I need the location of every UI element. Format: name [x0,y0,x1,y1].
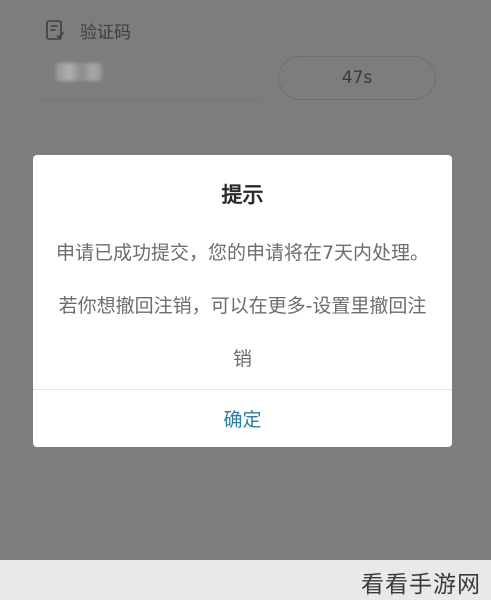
watermark-bar: 看看手游网 [0,560,491,600]
countdown-text: 47s [341,68,373,88]
verification-code-label: 验证码 [80,22,131,43]
document-check-icon [46,20,65,40]
dialog-title: 提示 [221,183,264,207]
confirm-button[interactable]: 确定 [33,390,452,447]
alert-dialog: 提示 申请已成功提交，您的申请将在7天内处理。若你想撤回注销，可以在更多-设置里… [33,155,452,447]
verification-code-row: 验证码 [44,14,131,46]
resend-countdown-button[interactable]: 47s [278,56,436,100]
verification-code-input[interactable] [56,63,102,81]
watermark-text: 看看手游网 [361,572,481,598]
dialog-message: 申请已成功提交，您的申请将在7天内处理。若你想撤回注销，可以在更多-设置里撤回注… [55,242,430,370]
input-underline [40,100,260,101]
